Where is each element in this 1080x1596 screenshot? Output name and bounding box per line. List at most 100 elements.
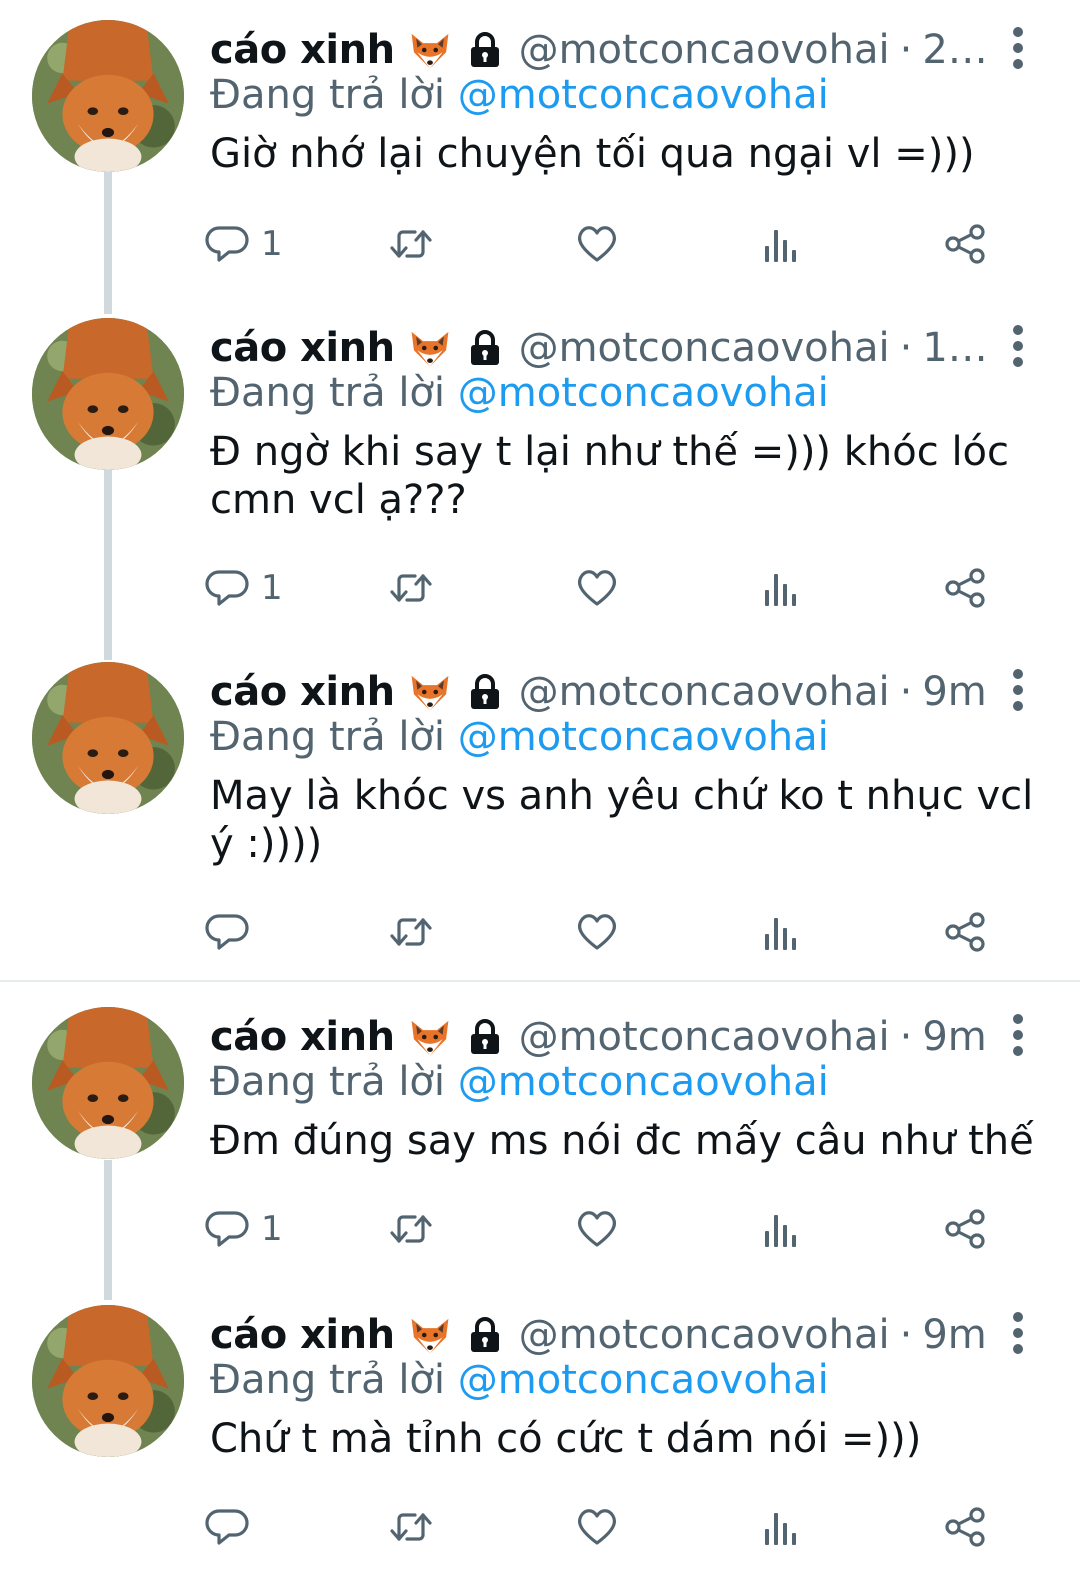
retweet-button[interactable]: [387, 214, 435, 274]
like-button[interactable]: [573, 214, 621, 274]
more-vertical-icon[interactable]: [1008, 24, 1028, 72]
replying-label: Đang trả lời: [210, 370, 446, 416]
tweet[interactable]: cáo xinh @motconcaovohai · 2… Đang trả l…: [0, 0, 1080, 300]
retweet-button[interactable]: [387, 1497, 435, 1557]
more-vertical-icon[interactable]: [1008, 1309, 1028, 1357]
reply-icon: [205, 1211, 249, 1247]
display-name[interactable]: cáo xinh: [210, 669, 395, 715]
timestamp[interactable]: 1…: [922, 325, 987, 371]
tweet-header: cáo xinh @motconcaovohai · 9m: [210, 1009, 1040, 1065]
tweet-text: Chứ t mà tỉnh có cức t dám nói =))): [210, 1416, 922, 1462]
mention-link[interactable]: @motconcaovohai: [458, 714, 829, 760]
reply-icon: [205, 914, 249, 950]
share-button[interactable]: [941, 902, 989, 962]
avatar[interactable]: [32, 1305, 184, 1457]
display-name[interactable]: cáo xinh: [210, 27, 395, 73]
share-button[interactable]: [941, 214, 989, 274]
fox-emoji-icon: [411, 1020, 448, 1056]
lock-icon: [468, 330, 501, 367]
tweet-text: Đ ngờ khi say t lại như thế =))) khóc ló…: [210, 429, 1010, 523]
reply-button[interactable]: [205, 902, 261, 962]
fox-emoji-icon: [411, 33, 448, 69]
views-button[interactable]: [757, 902, 805, 962]
retweet-icon: [390, 1215, 432, 1243]
more-vertical-icon[interactable]: [1008, 1011, 1028, 1059]
heart-icon: [577, 226, 617, 262]
tweet-text: May là khóc vs anh yêu chứ ko t nhục vcl…: [210, 773, 1034, 867]
analytics-icon: [765, 574, 796, 606]
retweet-button[interactable]: [387, 558, 435, 618]
analytics-icon: [765, 1513, 796, 1545]
reply-button[interactable]: [205, 1497, 261, 1557]
views-button[interactable]: [757, 558, 805, 618]
timestamp[interactable]: 9m: [922, 1014, 986, 1060]
timestamp[interactable]: 2…: [922, 27, 987, 73]
replying-to: Đang trả lời @motconcaovohai: [210, 370, 829, 416]
mention-link[interactable]: @motconcaovohai: [458, 1357, 829, 1403]
tweet-header: cáo xinh @motconcaovohai · 1…: [210, 320, 1040, 376]
avatar[interactable]: [32, 318, 184, 470]
views-button[interactable]: [757, 1497, 805, 1557]
heart-icon: [577, 1211, 617, 1247]
fox-emoji-icon: [411, 1318, 448, 1354]
like-button[interactable]: [573, 902, 621, 962]
retweet-button[interactable]: [387, 1199, 435, 1259]
share-icon: [945, 224, 985, 264]
user-handle[interactable]: @motconcaovohai: [519, 1014, 890, 1060]
timestamp[interactable]: 9m: [922, 669, 986, 715]
share-button[interactable]: [941, 558, 989, 618]
reply-button[interactable]: 1: [205, 1199, 283, 1259]
user-handle[interactable]: @motconcaovohai: [519, 325, 890, 371]
views-button[interactable]: [757, 214, 805, 274]
avatar[interactable]: [32, 20, 184, 172]
replying-to: Đang trả lời @motconcaovohai: [210, 72, 829, 118]
reply-button[interactable]: 1: [205, 558, 283, 618]
separator-dot: ·: [899, 1014, 913, 1060]
action-bar: [205, 902, 1005, 962]
avatar[interactable]: [32, 1007, 184, 1159]
share-button[interactable]: [941, 1199, 989, 1259]
fox-emoji-icon: [411, 675, 448, 711]
views-button[interactable]: [757, 1199, 805, 1259]
mention-link[interactable]: @motconcaovohai: [458, 370, 829, 416]
avatar[interactable]: [32, 662, 184, 814]
action-bar: [205, 1497, 1005, 1557]
like-button[interactable]: [573, 1199, 621, 1259]
more-vertical-icon[interactable]: [1008, 666, 1028, 714]
display-name[interactable]: cáo xinh: [210, 1312, 395, 1358]
lock-icon: [468, 1019, 501, 1056]
mention-link[interactable]: @motconcaovohai: [458, 1059, 829, 1105]
separator-dot: ·: [899, 669, 913, 715]
display-name[interactable]: cáo xinh: [210, 325, 395, 371]
like-button[interactable]: [573, 1497, 621, 1557]
user-handle[interactable]: @motconcaovohai: [519, 1312, 890, 1358]
user-handle[interactable]: @motconcaovohai: [519, 669, 890, 715]
like-button[interactable]: [573, 558, 621, 618]
heart-icon: [577, 1509, 617, 1545]
replying-label: Đang trả lời: [210, 1059, 446, 1105]
retweet-button[interactable]: [387, 902, 435, 962]
heart-icon: [577, 570, 617, 606]
display-name[interactable]: cáo xinh: [210, 1014, 395, 1060]
retweet-icon: [390, 574, 432, 602]
user-handle[interactable]: @motconcaovohai: [519, 27, 890, 73]
fox-emoji-icon: [411, 331, 448, 367]
mention-link[interactable]: @motconcaovohai: [458, 72, 829, 118]
retweet-icon: [390, 1513, 432, 1541]
more-vertical-icon[interactable]: [1008, 322, 1028, 370]
thread-divider: [0, 980, 1080, 982]
timestamp[interactable]: 9m: [922, 1312, 986, 1358]
analytics-icon: [765, 230, 796, 262]
separator-dot: ·: [899, 27, 913, 73]
replying-label: Đang trả lời: [210, 714, 446, 760]
tweet[interactable]: cáo xinh @motconcaovohai · 9m Đang trả l…: [0, 987, 1080, 1285]
tweet[interactable]: cáo xinh @motconcaovohai · 1… Đang trả l…: [0, 298, 1080, 643]
tweet[interactable]: cáo xinh @motconcaovohai · 9m Đang trả l…: [0, 642, 1080, 977]
action-bar: 1: [205, 214, 1005, 274]
share-button[interactable]: [941, 1497, 989, 1557]
separator-dot: ·: [899, 325, 913, 371]
reply-button[interactable]: 1: [205, 214, 283, 274]
tweet[interactable]: cáo xinh @motconcaovohai · 9m Đang trả l…: [0, 1285, 1080, 1596]
replying-label: Đang trả lời: [210, 72, 446, 118]
replying-label: Đang trả lời: [210, 1357, 446, 1403]
